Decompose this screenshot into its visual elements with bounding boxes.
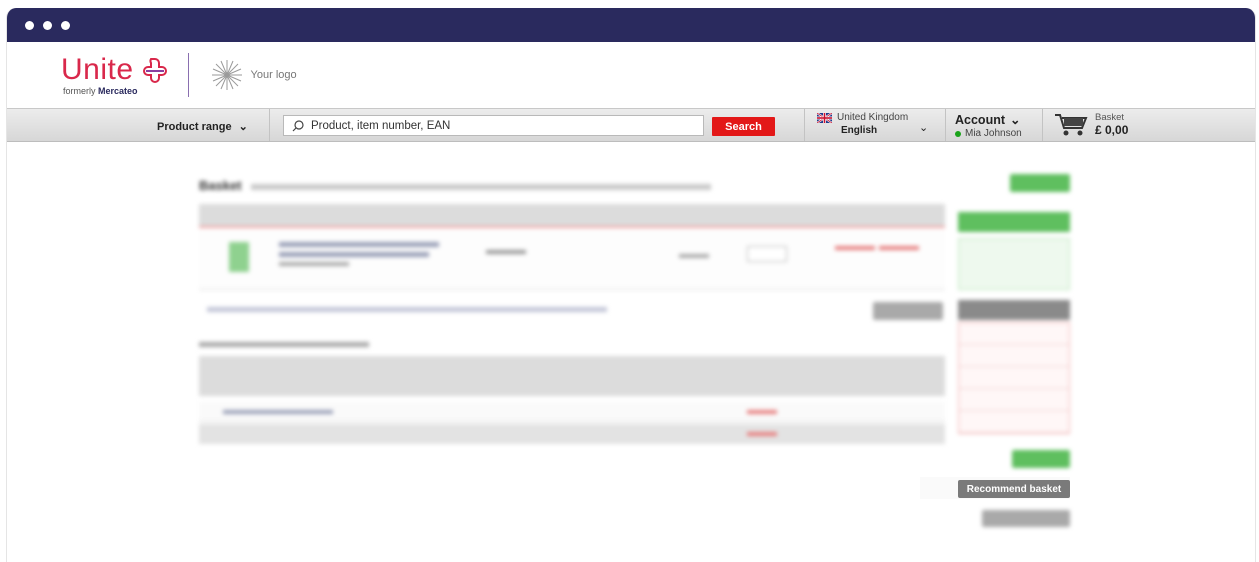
order-summary-box <box>958 322 1070 434</box>
items-table-row <box>199 230 945 290</box>
site-header: Unite formerly Mercateo Your logo <box>7 42 1255 108</box>
formerly-text: formerly <box>63 85 96 96</box>
summary-row <box>959 323 1069 345</box>
quantity-input[interactable] <box>747 246 787 262</box>
uk-flag-icon <box>817 112 832 123</box>
summary-row <box>959 411 1069 433</box>
recommendation-box <box>958 238 1070 290</box>
window-control-dot[interactable] <box>25 20 34 30</box>
shopping-cart-icon <box>1055 114 1088 136</box>
starburst-logo-icon <box>211 60 242 90</box>
chevron-down-icon: ⌄ <box>1010 113 1021 127</box>
checkout-button-bottom[interactable] <box>1012 450 1070 468</box>
formerly-brand: Mercateo <box>98 85 138 96</box>
product-title-line <box>279 252 429 257</box>
warehouse-table-total <box>199 424 945 444</box>
browser-window: Unite formerly Mercateo Your logo Produc… <box>6 8 1256 562</box>
warehouse-name-line <box>223 410 333 414</box>
net-value-line <box>747 410 777 414</box>
chevron-down-icon[interactable]: ⌄ <box>919 121 928 134</box>
account-menu[interactable]: Account ⌄ Mia Johnson <box>955 112 1022 139</box>
basket-total: £ 0,00 <box>1095 122 1129 137</box>
brand-name: Unite <box>61 52 134 86</box>
product-title-line <box>279 262 349 266</box>
checkout-button[interactable] <box>1010 174 1070 192</box>
country-language-selector[interactable]: United Kingdom English <box>817 112 908 136</box>
language-label: English <box>841 125 878 136</box>
nav-divider <box>945 109 946 141</box>
brand-formerly: formerly Mercateo <box>63 86 168 96</box>
nav-divider <box>1042 109 1043 141</box>
unite-cross-icon <box>142 57 167 83</box>
transfer-link[interactable] <box>207 307 607 312</box>
order-summary-header <box>958 300 1070 320</box>
account-title: Account <box>955 112 1005 127</box>
basket-optimisation-button[interactable] <box>958 212 1070 232</box>
logo-divider <box>187 53 189 97</box>
main-navbar: Product range ⌄ Product, item number, EA… <box>7 108 1255 142</box>
window-control-dot[interactable] <box>61 20 70 30</box>
partner-logo: Your logo <box>211 59 297 91</box>
product-range-menu[interactable]: Product range ⌄ <box>157 120 248 133</box>
warehouse-table-row <box>199 402 945 422</box>
summary-row <box>959 367 1069 389</box>
online-status-icon <box>955 130 961 137</box>
basket-link[interactable]: Basket £ 0,00 <box>1053 111 1128 137</box>
country-label: United Kingdom <box>837 112 909 123</box>
price-line <box>835 246 875 250</box>
basket-heading: Basket <box>199 178 711 193</box>
search-button[interactable]: Search <box>712 117 775 136</box>
basket-heading-title: Basket <box>199 178 242 193</box>
basket-content: Basket Recommend basket <box>7 152 1255 562</box>
search-placeholder: Product, item number, EAN <box>311 119 451 132</box>
search-icon <box>292 119 304 131</box>
manufacturer-line <box>486 250 526 254</box>
grey-secondary-button[interactable] <box>982 510 1070 527</box>
summary-row <box>959 389 1069 411</box>
recommend-basket-button[interactable]: Recommend basket <box>958 480 1070 498</box>
nav-divider <box>804 109 805 141</box>
product-thumbnail <box>229 242 249 272</box>
delivery-line <box>679 254 709 258</box>
partner-logo-text: Your logo <box>250 69 297 81</box>
product-title-line <box>279 242 439 247</box>
items-table-header <box>199 204 945 228</box>
account-user-name: Mia Johnson <box>965 128 1022 139</box>
warehouse-table-header <box>199 356 945 396</box>
warehouse-heading <box>199 342 369 347</box>
window-control-dot[interactable] <box>43 20 52 30</box>
product-range-label: Product range <box>157 121 232 133</box>
total-line <box>879 246 919 250</box>
total-net-line <box>747 432 777 436</box>
nav-divider <box>269 109 270 141</box>
basket-label: Basket <box>1095 111 1125 123</box>
chevron-down-icon: ⌄ <box>238 121 248 133</box>
grey-action-button[interactable] <box>873 302 943 320</box>
window-titlebar <box>7 8 1255 42</box>
unite-logo[interactable]: Unite formerly Mercateo <box>61 52 168 96</box>
summary-row <box>959 345 1069 367</box>
search-input[interactable]: Product, item number, EAN <box>283 115 704 136</box>
heading-subtext-placeholder <box>250 183 711 190</box>
